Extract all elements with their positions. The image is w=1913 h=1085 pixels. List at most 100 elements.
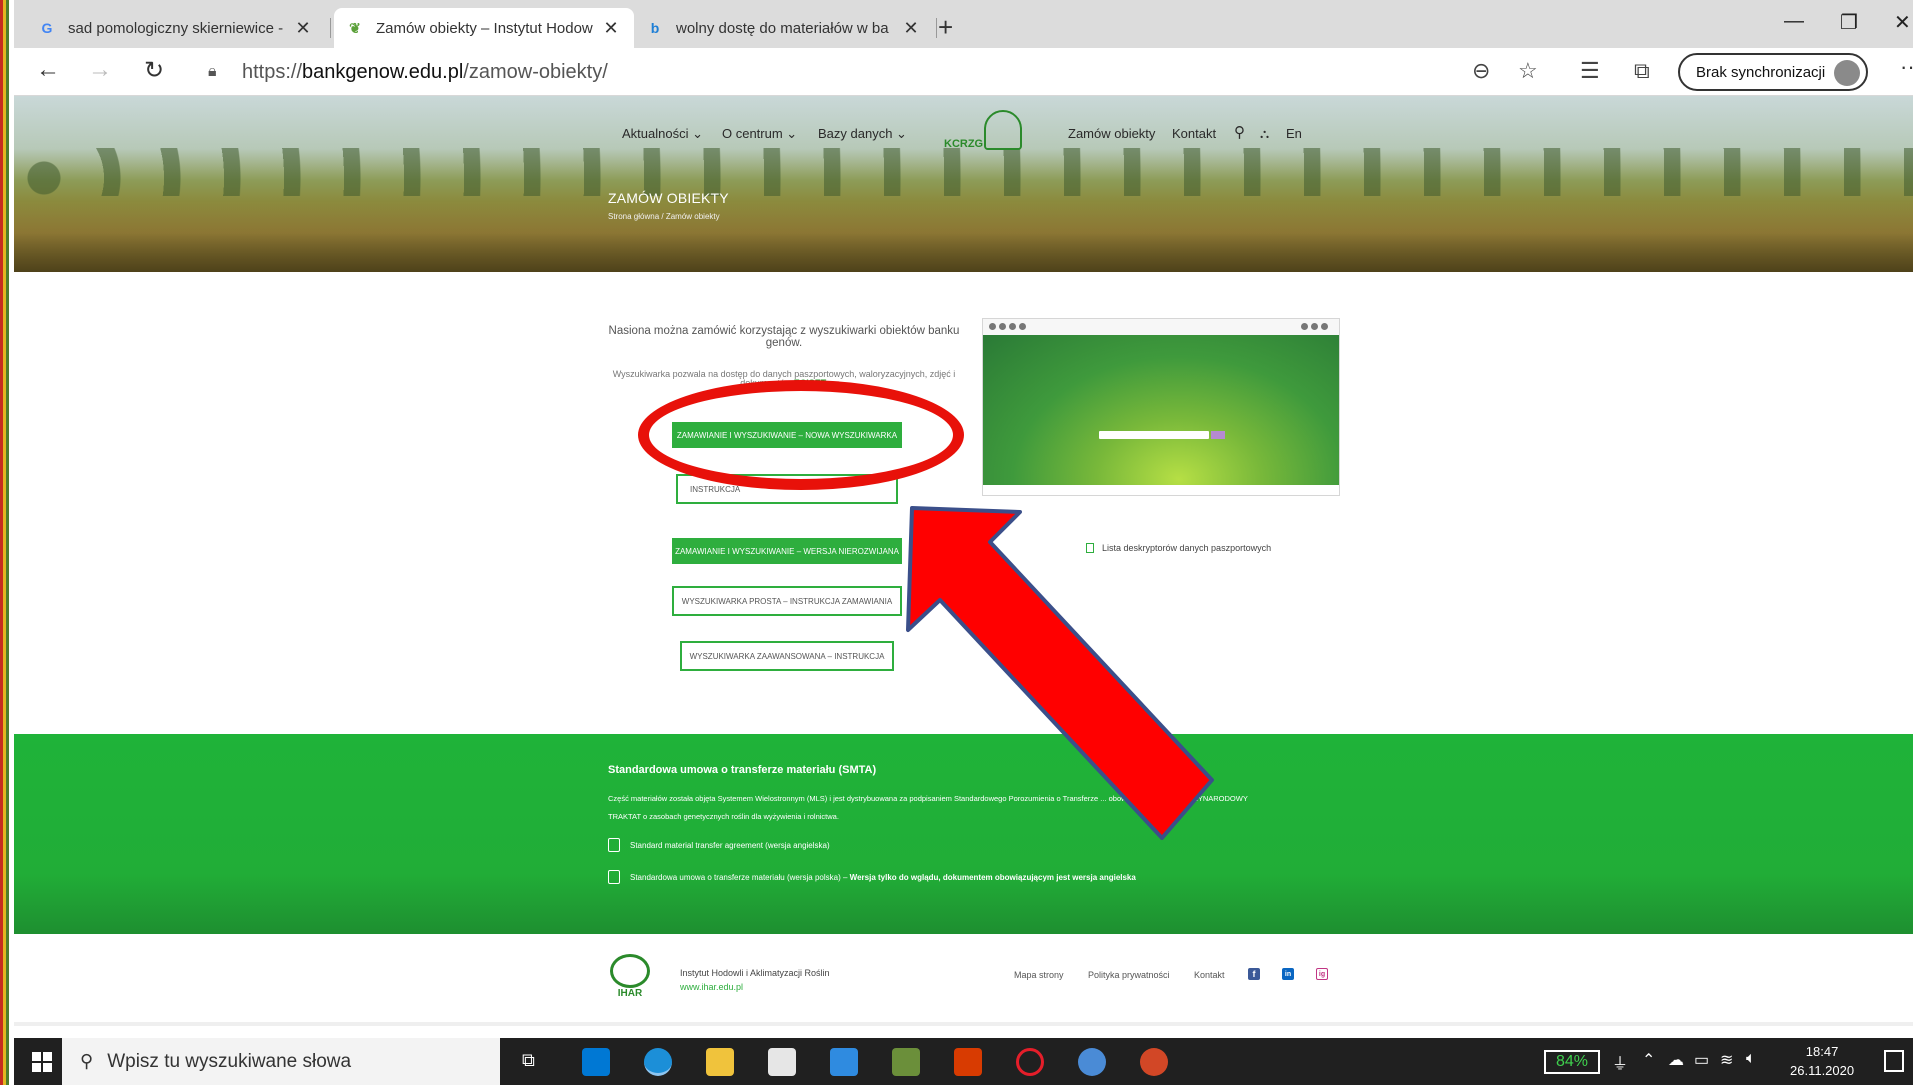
chrome-icon[interactable] [1078, 1048, 1106, 1076]
address-bar[interactable]: 🔒︎ https://bankgenow.edu.pl/zamow-obiekt… [192, 54, 1568, 90]
advanced-search-instruction-button[interactable]: WYSZUKIWARKA ZAAWANSOWANA – INSTRUKCJA [680, 641, 894, 671]
minimize-icon[interactable]: — [1784, 10, 1804, 33]
screenshot-green-area [983, 335, 1339, 487]
clock-date: 26.11.2020 [1790, 1063, 1855, 1078]
volume-icon[interactable]: 🔈︎ [1746, 1050, 1756, 1068]
smta-polish-link[interactable]: Standardowa umowa o transferze materiału… [608, 870, 1136, 884]
sitemap-icon[interactable]: ⛬ [1260, 126, 1269, 142]
office-icon[interactable] [954, 1048, 982, 1076]
nav-o-centrum[interactable]: O centrum ⌄ [722, 126, 797, 142]
back-arrow-icon[interactable]: ← [36, 56, 60, 84]
refresh-icon[interactable]: ↻ [144, 56, 164, 85]
sync-label: Brak synchronizacji [1696, 63, 1826, 81]
close-icon[interactable]: ✕ [292, 18, 314, 39]
sync-button[interactable]: Brak synchronizacji [1678, 53, 1868, 91]
tab-separator [936, 18, 937, 38]
favorites-list-icon[interactable]: ☰ [1580, 58, 1600, 84]
footer-link-contact[interactable]: Kontakt [1194, 970, 1225, 980]
screenshot-search-button [1211, 431, 1225, 439]
more-options-icon[interactable]: ··· [1900, 54, 1913, 80]
dot-icon [1019, 323, 1026, 330]
battery-indicator[interactable]: 84% [1544, 1050, 1600, 1074]
minecraft-icon[interactable] [892, 1048, 920, 1076]
zoom-out-icon[interactable]: ⊖ [1472, 58, 1490, 84]
task-view-icon[interactable]: ⧉ [522, 1050, 535, 1071]
simple-search-instruction-button[interactable]: WYSZUKIWARKA PROSTA – INSTRUKCJA ZAMAWIA… [672, 586, 902, 616]
kcrzg-logo[interactable]: KCRZG [944, 110, 1026, 154]
ihar-logo-text: IHAR [617, 988, 643, 999]
footer-link-sitemap[interactable]: Mapa strony [1014, 970, 1064, 980]
close-icon[interactable]: ✕ [900, 18, 922, 39]
opera-icon[interactable] [1016, 1048, 1044, 1076]
bing-icon: b [650, 20, 660, 36]
screenshot-toolbar [983, 319, 1339, 335]
tab-title: sad pomologiczny skierniewice - [68, 19, 284, 37]
nav-zamow-obiekty[interactable]: Zamów obiekty [1068, 126, 1155, 141]
lock-icon: 🔒︎ [208, 63, 217, 80]
notifications-icon[interactable] [1884, 1050, 1904, 1072]
search-tool-screenshot[interactable] [982, 318, 1340, 496]
collections-icon[interactable]: ⧉ [1634, 58, 1650, 84]
taskbar-search-placeholder: Wpisz tu wyszukiwane słowa [107, 1050, 352, 1072]
taskbar-search-box[interactable]: ⚲ Wpisz tu wyszukiwane słowa [62, 1038, 500, 1085]
new-tab-button[interactable]: + [938, 12, 953, 43]
nav-bazy-danych[interactable]: Bazy danych ⌄ [818, 126, 907, 142]
onedrive-cloud-icon[interactable]: ☁ [1668, 1050, 1684, 1070]
lexicon-app-icon[interactable] [582, 1048, 610, 1076]
institute-url-link[interactable]: www.ihar.edu.pl [680, 982, 743, 992]
tab-bing-search[interactable]: b wolny dostę do materiałów w ba ✕ [634, 8, 934, 48]
tab-zamow-obiekty[interactable]: ❦ Zamów obiekty – Instytut Hodow ✕ [334, 8, 634, 48]
powerpoint-icon[interactable] [1140, 1048, 1168, 1076]
intro-text: Nasiona można zamówić korzystając z wysz… [608, 325, 960, 349]
screenshot-footer [983, 485, 1339, 495]
dot-icon [1321, 323, 1328, 330]
url-text[interactable]: https://bankgenow.edu.pl/zamow-obiekty/ [242, 61, 608, 84]
restore-icon[interactable]: ❐ [1840, 10, 1858, 35]
microsoft-store-icon[interactable] [768, 1048, 796, 1076]
ihar-emblem-icon [610, 954, 650, 988]
nav-kontakt[interactable]: Kontakt [1172, 126, 1216, 141]
descriptor-list-link[interactable]: Lista deskryptorów danych paszportowych [1086, 543, 1271, 553]
chevron-up-icon[interactable]: ⌃ [1642, 1050, 1655, 1070]
nav-language-en[interactable]: En [1286, 126, 1302, 141]
institute-name: Instytut Hodowli i Aklimatyzacji Roślin [680, 968, 830, 978]
tree-line-decoration [14, 148, 1913, 196]
old-search-order-button[interactable]: ZAMAWIANIE I WYSZUKIWANIE – WERSJA NIERO… [672, 538, 902, 564]
smta-english-link[interactable]: Standard material transfer agreement (we… [608, 838, 830, 852]
breadcrumb[interactable]: Strona główna / Zamów obiekty [608, 212, 720, 221]
hero-banner: Aktualności ⌄ O centrum ⌄ Bazy danych ⌄ … [14, 96, 1913, 272]
mail-icon[interactable] [830, 1048, 858, 1076]
instagram-icon[interactable]: ig [1316, 968, 1328, 980]
smta-section: Standardowa umowa o transferze materiału… [14, 734, 1913, 934]
favorite-star-icon[interactable]: ☆ [1518, 58, 1538, 84]
field-shade [14, 202, 1913, 272]
footer-link-privacy[interactable]: Polityka prywatności [1088, 970, 1170, 980]
dot-icon [1009, 323, 1016, 330]
search-icon[interactable]: ⚲ [1234, 123, 1245, 141]
facebook-icon[interactable]: f [1248, 968, 1260, 980]
ihar-leaf-icon: ❦ [349, 19, 361, 36]
close-icon[interactable]: ✕ [600, 18, 622, 39]
smta-title: Standardowa umowa o transferze materiału… [608, 764, 877, 776]
nav-aktualnosci[interactable]: Aktualności ⌄ [622, 126, 703, 142]
tab-separator [330, 18, 331, 38]
window-close-icon[interactable]: ✕ [1894, 10, 1911, 35]
windows-start-icon[interactable] [32, 1052, 52, 1072]
smta-description: Część materiałów została objęta Systemem… [608, 794, 1248, 821]
ihar-logo[interactable]: IHAR [608, 954, 652, 1000]
screenshot-search-field [1099, 431, 1209, 439]
forward-arrow-icon[interactable]: → [88, 56, 112, 84]
file-explorer-icon[interactable] [706, 1048, 734, 1076]
dot-icon [1301, 323, 1308, 330]
wifi-icon[interactable]: ≋ [1720, 1050, 1733, 1070]
tab-google-search[interactable]: G sad pomologiczny skierniewice - ✕ [26, 8, 326, 48]
dot-icon [989, 323, 996, 330]
linkedin-icon[interactable]: in [1282, 968, 1294, 980]
system-clock[interactable]: 18:47 26.11.2020 [1790, 1042, 1854, 1080]
search-icon: ⚲ [80, 1051, 94, 1071]
red-highlight-ellipse [638, 380, 964, 490]
edge-browser-icon[interactable] [644, 1048, 672, 1076]
dot-icon [1311, 323, 1318, 330]
network-icon[interactable]: ▭ [1694, 1050, 1709, 1070]
document-icon [1086, 543, 1094, 553]
